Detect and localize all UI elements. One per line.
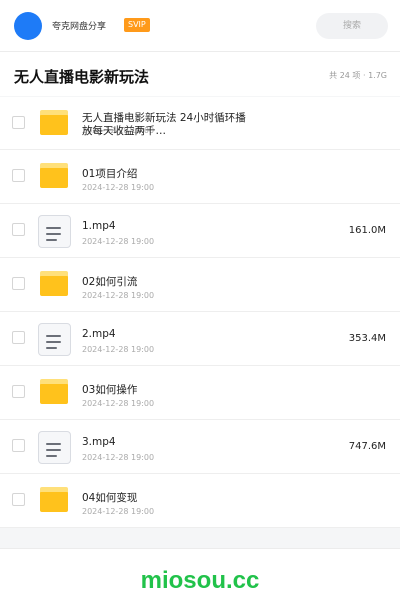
item-name: 1.mp4 — [82, 220, 116, 232]
list-item[interactable]: 04如何变现 2024-12-28 19:00 — [0, 474, 400, 528]
select-checkbox[interactable] — [12, 493, 25, 506]
search-button[interactable]: 搜索 — [316, 13, 388, 39]
file-list: 无人直播电影新玩法 24小时循环播放每天收益两千… 2024-12-28 19:… — [0, 97, 400, 528]
item-date: 2024-12-28 19:00 — [82, 399, 155, 408]
list-item[interactable]: 01项目介绍 2024-12-28 19:00 — [0, 150, 400, 204]
avatar[interactable] — [14, 12, 42, 40]
video-file-icon — [37, 431, 71, 465]
list-item[interactable]: 2.mp4 2024-12-28 19:00 353.4M — [0, 312, 400, 366]
select-checkbox[interactable] — [12, 116, 25, 129]
item-size: 161.0M — [348, 225, 386, 236]
folder-icon — [37, 161, 71, 195]
select-checkbox[interactable] — [12, 169, 25, 182]
list-item[interactable]: 无人直播电影新玩法 24小时循环播放每天收益两千… 2024-12-28 19:… — [0, 97, 400, 150]
item-name: 02如何引流 — [82, 276, 138, 288]
page-title: 无人直播电影新玩法 — [14, 68, 150, 86]
select-checkbox[interactable] — [12, 439, 25, 452]
list-item[interactable]: 02如何引流 2024-12-28 19:00 — [0, 258, 400, 312]
share-header: 夸克网盘分享 SVIP 搜索 — [0, 0, 400, 52]
folder-icon — [37, 377, 71, 411]
item-date: 2024-12-28 19:00 — [82, 291, 155, 300]
watermark: miosou.cc — [140, 567, 260, 594]
item-size: 747.6M — [348, 441, 386, 452]
list-item[interactable]: 3.mp4 2024-12-28 19:00 747.6M — [0, 420, 400, 474]
item-name: 01项目介绍 — [82, 168, 138, 180]
item-date: 2024-12-28 19:00 — [82, 345, 155, 354]
select-checkbox[interactable] — [12, 331, 25, 344]
svip-badge: SVIP — [124, 18, 150, 32]
folder-icon — [37, 269, 71, 303]
select-checkbox[interactable] — [12, 223, 25, 236]
folder-icon — [37, 485, 71, 519]
list-item[interactable]: 03如何操作 2024-12-28 19:00 — [0, 366, 400, 420]
item-date: 2024-12-28 19:00 — [82, 237, 155, 246]
item-name: 2.mp4 — [82, 328, 116, 340]
item-name: 3.mp4 — [82, 436, 116, 448]
item-name: 04如何变现 — [82, 492, 138, 504]
video-file-icon — [37, 215, 71, 249]
item-size: 353.4M — [348, 333, 386, 344]
folder-title-bar: 无人直播电影新玩法 共 24 项 · 1.7G — [0, 52, 400, 96]
video-file-icon — [37, 323, 71, 357]
folder-icon — [37, 108, 71, 142]
item-name: 03如何操作 — [82, 384, 138, 396]
select-checkbox[interactable] — [12, 385, 25, 398]
item-name: 无人直播电影新玩法 24小时循环播放每天收益两千… — [82, 112, 246, 137]
select-checkbox[interactable] — [12, 277, 25, 290]
list-item[interactable]: 1.mp4 2024-12-28 19:00 161.0M — [0, 204, 400, 258]
share-name: 夸克网盘分享 — [52, 22, 107, 32]
item-date: 2024-12-28 19:00 — [82, 183, 155, 192]
folder-summary: 共 24 项 · 1.7G — [329, 71, 387, 80]
item-date: 2024-12-28 19:00 — [82, 507, 155, 516]
item-date: 2024-12-28 19:00 — [82, 453, 155, 462]
